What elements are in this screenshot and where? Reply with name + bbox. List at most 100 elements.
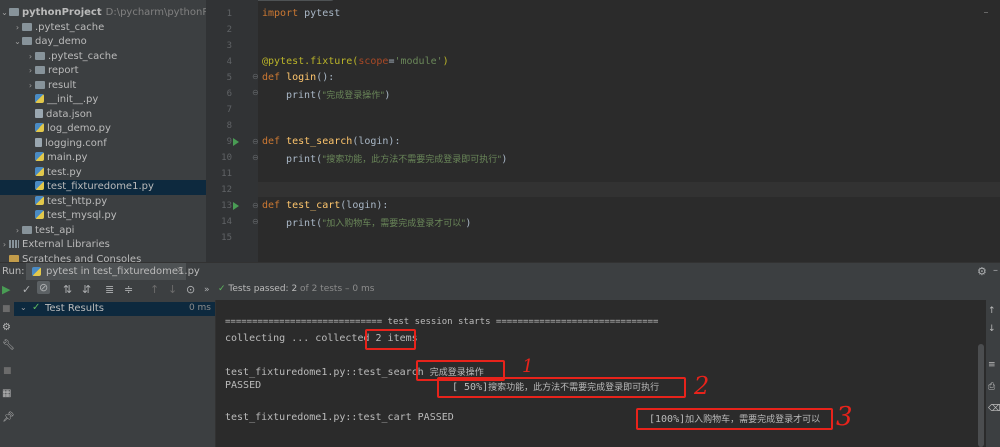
tree-item[interactable]: test_mysql.py bbox=[0, 209, 206, 224]
chevron-down-icon[interactable]: ⌄ bbox=[13, 35, 22, 50]
show-passed-icon[interactable]: ✓ bbox=[22, 283, 31, 296]
wrench-icon[interactable]: 🔧︎ bbox=[2, 340, 15, 351]
fold-icon[interactable]: ⊖ bbox=[252, 137, 259, 146]
line-number: 9 bbox=[226, 137, 232, 147]
tree-item[interactable]: test_http.py bbox=[0, 195, 206, 210]
sort-duration-icon[interactable]: ⇵ bbox=[82, 283, 91, 296]
chevron-right-icon[interactable]: › bbox=[26, 64, 35, 79]
tree-item[interactable]: › .pytest_cache bbox=[0, 21, 206, 36]
tree-item-label: .pytest_cache bbox=[48, 50, 118, 62]
expand-all-icon[interactable]: ≣ bbox=[105, 283, 114, 296]
test-results-label: Test Results bbox=[45, 303, 104, 314]
layout-icon[interactable]: ▦ bbox=[2, 388, 11, 399]
library-icon bbox=[9, 240, 19, 248]
project-root-name: pythonProject bbox=[22, 7, 102, 18]
chevron-down-icon[interactable]: ⌄ bbox=[20, 303, 27, 312]
clear-icon[interactable]: ⌫ bbox=[988, 404, 1000, 414]
tree-item[interactable]: main.py bbox=[0, 151, 206, 166]
line-number: 2 bbox=[226, 25, 232, 35]
tree-item[interactable]: logging.conf bbox=[0, 137, 206, 152]
pytest-icon bbox=[32, 267, 41, 276]
scroll-up-icon[interactable]: ↑ bbox=[988, 306, 996, 316]
scroll-down-icon[interactable]: ↓ bbox=[988, 324, 996, 334]
stop-icon[interactable]: ■ bbox=[2, 304, 11, 314]
scratches-icon bbox=[9, 254, 19, 262]
test-status: ✓ Tests passed: 2 of 2 tests – 0 ms bbox=[218, 284, 375, 294]
line-number: 7 bbox=[226, 105, 232, 115]
line-number: 8 bbox=[226, 121, 232, 131]
tree-item[interactable]: __init__.py bbox=[0, 93, 206, 108]
previous-icon[interactable]: ↑ bbox=[150, 283, 159, 296]
tree-item[interactable]: data.json bbox=[0, 108, 206, 123]
chevron-down-icon[interactable]: ⌄ bbox=[0, 6, 9, 21]
tree-item-label: test.py bbox=[47, 166, 82, 178]
dump-icon[interactable]: ■ bbox=[3, 366, 12, 376]
tree-item[interactable]: Scratches and Consoles bbox=[0, 253, 206, 262]
chevron-right-icon[interactable]: › bbox=[26, 50, 35, 65]
config-file-icon bbox=[35, 137, 42, 147]
line-number: 10 bbox=[221, 153, 232, 163]
tree-item[interactable]: › External Libraries bbox=[0, 238, 206, 253]
next-icon[interactable]: ↓ bbox=[168, 283, 177, 296]
collapse-all-icon[interactable]: ≑ bbox=[124, 283, 133, 296]
close-icon[interactable]: × bbox=[176, 265, 184, 276]
fold-icon[interactable]: ⊖ bbox=[252, 88, 259, 97]
project-root[interactable]: ⌄ pythonProjectD:\pycharm\pythonProject bbox=[0, 6, 206, 21]
tree-item[interactable]: log_demo.py bbox=[0, 122, 206, 137]
fold-icon[interactable]: ⊖ bbox=[252, 217, 259, 226]
line-number: 4 bbox=[226, 57, 232, 67]
test-results-row[interactable]: ⌄ ✓ Test Results 0 ms bbox=[14, 302, 215, 316]
console-output[interactable]: ============================= test sessi… bbox=[216, 300, 986, 447]
tree-item-label: test_fixturedome1.py bbox=[47, 181, 154, 192]
tree-item[interactable]: test_fixturedome1.py bbox=[0, 180, 206, 195]
minimize-icon[interactable]: – bbox=[993, 265, 998, 276]
python-file-icon bbox=[35, 152, 44, 161]
show-ignored-icon[interactable]: ⊘ bbox=[37, 281, 51, 294]
fold-icon[interactable]: ⊖ bbox=[252, 201, 259, 210]
pin-icon[interactable]: 📌︎ bbox=[2, 412, 15, 423]
run-test-search-icon[interactable] bbox=[233, 138, 239, 146]
chevron-right-icon[interactable]: › bbox=[13, 21, 22, 36]
line-number: 13 bbox=[221, 201, 232, 211]
tree-item[interactable]: › .pytest_cache bbox=[0, 50, 206, 65]
python-file-icon bbox=[35, 181, 44, 190]
gear-icon[interactable]: ⚙ bbox=[977, 265, 987, 278]
console-scrollbar[interactable] bbox=[978, 344, 984, 447]
folder-icon bbox=[35, 66, 45, 74]
chevron-right-icon[interactable]: › bbox=[13, 224, 22, 239]
fold-icon[interactable]: ⊖ bbox=[252, 72, 259, 81]
more-icon[interactable]: » bbox=[204, 285, 210, 295]
history-icon[interactable]: ⊙ bbox=[186, 283, 195, 296]
tree-item[interactable]: › test_api bbox=[0, 224, 206, 239]
line-number: 5 bbox=[226, 73, 232, 83]
tree-item[interactable]: › report bbox=[0, 64, 206, 79]
python-file-icon bbox=[35, 123, 44, 132]
code-editor[interactable]: 1 2 3 4 5 6 7 8 9 10 11 12 13 14 15 ⊖ ⊖ ⊖ ⊖ ⊖ ⊖ import… bbox=[206, 0, 1000, 262]
sort-alpha-icon[interactable]: ⇅ bbox=[63, 283, 72, 296]
tree-item[interactable]: test.py bbox=[0, 166, 206, 181]
chevron-right-icon[interactable]: › bbox=[26, 79, 35, 94]
console-side-toolbar: ↑ ↓ ≡ ⎙ ⌫ bbox=[986, 300, 1000, 447]
settings-icon[interactable]: ⚙ bbox=[2, 322, 11, 333]
chevron-right-icon[interactable]: › bbox=[0, 238, 9, 253]
tree-item-label: External Libraries bbox=[22, 239, 110, 250]
tree-item-label: test_http.py bbox=[47, 195, 108, 207]
print-icon[interactable]: ⎙ bbox=[988, 382, 995, 392]
soft-wrap-icon[interactable]: ≡ bbox=[988, 360, 996, 370]
run-tab[interactable]: pytest in test_fixturedome1.py × bbox=[26, 263, 200, 281]
tree-item[interactable]: › result bbox=[0, 79, 206, 94]
tree-item-label: main.py bbox=[47, 152, 88, 163]
rerun-icon[interactable]: ▶ bbox=[2, 283, 10, 296]
tree-item[interactable]: ⌄ day_demo bbox=[0, 35, 206, 50]
python-file-icon bbox=[35, 195, 44, 205]
annotation-number-1: 1 bbox=[522, 356, 534, 377]
code-line-14: print("加入购物车，需要完成登录才可以") bbox=[286, 218, 472, 229]
line-number: 15 bbox=[221, 233, 232, 243]
json-file-icon bbox=[35, 108, 43, 118]
run-test-cart-icon[interactable] bbox=[233, 202, 239, 210]
fold-icon[interactable]: ⊖ bbox=[252, 153, 259, 162]
passed-check-icon: ✓ bbox=[32, 302, 41, 313]
folder-icon bbox=[35, 80, 45, 89]
folder-icon bbox=[22, 37, 32, 45]
code-line-10: print("搜索功能，此方法不需要完成登录即可执行") bbox=[286, 154, 508, 165]
